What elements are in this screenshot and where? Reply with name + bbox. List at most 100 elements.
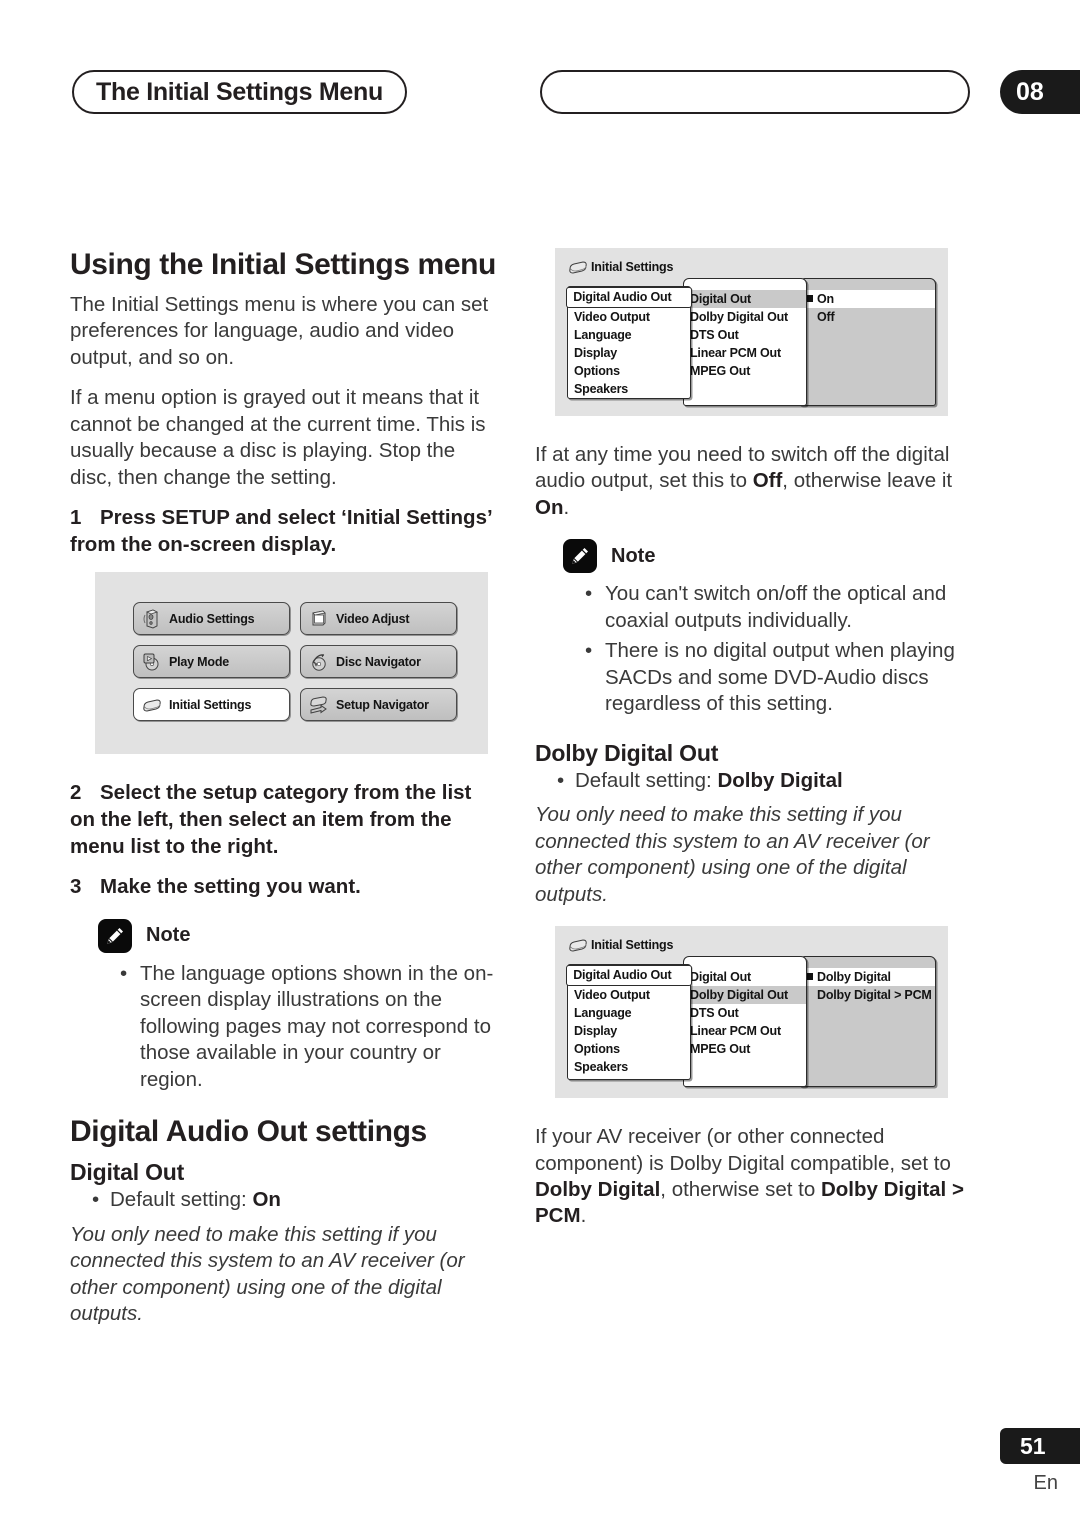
osd-value-row[interactable]: Off <box>800 308 935 326</box>
osd-category-label: Speakers <box>574 382 628 396</box>
osd-button-play-mode[interactable]: Play Mode <box>133 645 290 679</box>
value-off: Off <box>752 469 783 493</box>
step-2: 2 Select the setup category from the list… <box>70 780 500 860</box>
step-1-text: Press SETUP and select ‘Initial Settings… <box>70 505 492 556</box>
text-part: , otherwise leave it <box>782 469 953 493</box>
chapter-title-pill: The Initial Settings Menu <box>72 70 407 114</box>
osd-value-row[interactable]: Dolby Digital > PCM <box>800 986 935 1004</box>
page-title: Using the Initial Settings menu <box>70 248 496 281</box>
osd-category-label: Language <box>574 1006 632 1021</box>
note-item: You can't switch on/off the optical and … <box>583 581 965 634</box>
osd-home-screen-illustration: Audio Settings Video Adjust Play Mode Di… <box>95 572 488 755</box>
osd-button-audio-settings[interactable]: Audio Settings <box>133 602 290 636</box>
osd-value-panel: On Off <box>799 278 936 406</box>
osd-button-label: Disc Navigator <box>336 654 421 669</box>
osd-category-label: Language <box>574 328 632 342</box>
osd-value-label: Off <box>817 310 835 324</box>
osd-item-label: Linear PCM Out <box>690 1024 781 1039</box>
osd-item-row[interactable]: DTS Out <box>684 326 806 344</box>
osd-category-row-selected[interactable]: Digital Audio Out <box>566 287 692 308</box>
play-disc-icon <box>141 651 163 673</box>
intro-paragraph-1: The Initial Settings menu is where you c… <box>70 292 489 369</box>
osd-button-label: Initial Settings <box>169 697 252 712</box>
initial-settings-icon <box>141 694 163 716</box>
osd-button-label: Audio Settings <box>169 611 255 626</box>
header-blank-pill <box>540 70 970 114</box>
pencil-note-icon <box>98 918 132 953</box>
osd-category-row[interactable]: Speakers <box>568 380 690 398</box>
step-1: 1 Press SETUP and select ‘Initial Setting… <box>70 505 500 558</box>
osd-item-row[interactable]: DTS Out <box>684 1004 806 1022</box>
page-number-badge: 51 <box>1000 1428 1080 1464</box>
osd-item-row[interactable]: Linear PCM Out <box>684 344 806 362</box>
chapter-number: 08 <box>1016 77 1044 106</box>
dolby-digital-out-description: You only need to make this setting if yo… <box>535 803 930 906</box>
chapter-title: The Initial Settings Menu <box>96 77 383 106</box>
osd-value-label: Dolby Digital <box>817 970 891 985</box>
osd-menu-digital-out: Initial Settings On Off Digital Out Dolb… <box>555 248 948 416</box>
pencil-note-icon <box>563 539 597 574</box>
initial-settings-icon <box>567 256 589 278</box>
osd-item-label: DTS Out <box>690 328 739 342</box>
osd-category-row[interactable]: Speakers <box>568 1058 690 1076</box>
osd-item-row[interactable]: Linear PCM Out <box>684 1022 806 1040</box>
note-label: Note <box>611 544 656 567</box>
osd-item-panel: Digital Out Dolby Digital Out DTS Out Li… <box>683 956 807 1088</box>
digital-audio-out-settings-heading: Digital Audio Out settings <box>70 1114 427 1148</box>
text-part: . <box>563 495 570 519</box>
osd-button-label: Setup Navigator <box>336 697 429 712</box>
osd-category-label: Digital Audio Out <box>573 290 672 304</box>
osd-button-label: Video Adjust <box>336 611 410 626</box>
text-part: . <box>580 1204 587 1228</box>
osd-button-disc-navigator[interactable]: Disc Navigator <box>300 645 457 679</box>
osd-item-row-selected[interactable]: Digital Out <box>684 290 806 308</box>
osd-category-row[interactable]: Video Output <box>568 986 690 1004</box>
osd-category-row[interactable]: Display <box>568 1022 690 1040</box>
osd-menu-title: Initial Settings <box>591 260 674 274</box>
osd-category-row[interactable]: Language <box>568 326 690 344</box>
osd-category-row[interactable]: Options <box>568 1040 690 1058</box>
osd-category-row[interactable]: Language <box>568 1004 690 1022</box>
osd-value-row-selected[interactable]: Dolby Digital <box>800 968 935 987</box>
text-part: , otherwise set to <box>660 1178 821 1201</box>
intro-paragraph-2: If a menu option is grayed out it means … <box>70 386 486 489</box>
selected-marker-icon <box>806 295 813 302</box>
language-code: En <box>1033 1472 1058 1494</box>
osd-category-row[interactable]: Display <box>568 344 690 362</box>
osd-category-label: Display <box>574 346 618 360</box>
osd-category-row[interactable]: Video Output <box>568 308 690 326</box>
osd-home-button-grid: Audio Settings Video Adjust Play Mode Di… <box>133 602 457 722</box>
osd-item-label: MPEG Out <box>690 364 751 378</box>
osd-item-row[interactable]: Digital Out <box>684 968 806 986</box>
osd-category-label: Options <box>574 1042 620 1057</box>
osd-item-row[interactable]: MPEG Out <box>684 1040 806 1058</box>
osd-item-row-selected[interactable]: Dolby Digital Out <box>684 986 806 1005</box>
note-label: Note <box>146 924 191 947</box>
step-3-text: Make the setting you want. <box>100 875 361 899</box>
osd-item-row[interactable]: Dolby Digital Out <box>684 308 806 326</box>
disc-navigator-icon <box>308 651 330 673</box>
speaker-icon <box>141 608 163 630</box>
osd-button-initial-settings[interactable]: Initial Settings <box>133 688 290 722</box>
osd-value-panel: Dolby Digital Dolby Digital > PCM <box>799 956 936 1088</box>
osd-button-setup-navigator[interactable]: Setup Navigator <box>300 688 457 722</box>
default-setting-prefix: Default setting: <box>110 1188 253 1212</box>
note-list-left: The language options shown in the on-scr… <box>70 961 500 1093</box>
digital-out-explanation: If at any time you need to switch off th… <box>535 442 965 521</box>
osd-category-label: Video Output <box>574 988 650 1003</box>
note-list-right: You can't switch on/off the optical and … <box>535 581 965 717</box>
note-item: There is no digital output when playing … <box>583 638 965 717</box>
chapter-number-badge: 08 <box>1000 70 1080 114</box>
osd-value-row-selected[interactable]: On <box>800 290 935 308</box>
note-item: The language options shown in the on-scr… <box>118 961 500 1093</box>
page-header: The Initial Settings Menu 08 <box>0 70 1080 120</box>
osd-value-label: Dolby Digital > PCM <box>817 988 932 1003</box>
digital-out-default-setting: Default setting: On <box>70 1187 500 1214</box>
osd-category-label: Speakers <box>574 1060 628 1075</box>
osd-item-row[interactable]: MPEG Out <box>684 362 806 380</box>
osd-category-row[interactable]: Options <box>568 362 690 380</box>
selected-marker-icon <box>806 973 813 981</box>
osd-category-label: Video Output <box>574 310 650 324</box>
osd-button-video-adjust[interactable]: Video Adjust <box>300 602 457 636</box>
osd-category-row-selected[interactable]: Digital Audio Out <box>566 965 692 987</box>
